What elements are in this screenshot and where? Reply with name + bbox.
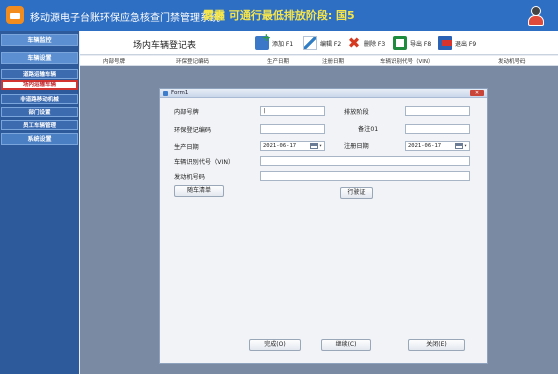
internal-plate-input[interactable]: | [260,106,325,116]
export-icon [393,36,407,50]
add-button[interactable]: 添加 F1 [255,31,293,52]
remark-input[interactable] [405,124,470,134]
sidebar-item-road-vehicles[interactable]: 道路运输车辆 [1,69,78,79]
sidebar-item-onsite-vehicles[interactable]: 场内运输车辆 [1,80,78,90]
label-engine-no: 发动机号码 [174,174,205,181]
vin-input[interactable] [260,156,470,166]
continue-button[interactable]: 继续(C) [321,339,371,351]
sidebar-item-system-settings[interactable]: 系统设置 [1,133,78,145]
form-window-icon [163,91,168,96]
alert-banner: 雾霾 可通行最低排放阶段: 国5 [203,9,355,22]
close-button[interactable]: 关闭(E) [408,339,465,351]
attach-list-button[interactable]: 随车清单 [174,185,224,197]
grid-header [80,56,558,66]
calendar-icon[interactable] [310,143,318,149]
delete-button[interactable]: ✖ 删除 F3 [347,34,385,52]
sidebar-item-vehicle-monitor[interactable]: 车辆监控 [1,34,78,46]
chevron-down-icon[interactable]: ▾ [319,142,322,150]
form-window: Form1 ✕ 内部号牌 | 排放阶段 环保登记编码 备注01 生产日期 202… [159,88,488,364]
driving-license-button[interactable]: 行驶证 [340,187,373,199]
add-icon [255,31,271,50]
column-header[interactable]: 生产日期 [267,57,289,65]
sidebar-item-vehicle-settings[interactable]: 车辆设置 [1,52,78,64]
exit-button[interactable]: 退出 F9 [438,34,476,52]
env-code-input[interactable] [260,124,325,134]
user-avatar-icon[interactable] [526,5,546,27]
form-title-bar: Form1 ✕ [160,89,487,98]
label-env-code: 环保登记编码 [174,127,212,134]
chevron-down-icon[interactable]: ▾ [464,142,467,150]
edit-button[interactable]: 编辑 F2 [303,34,341,52]
edit-icon [303,36,317,50]
app-title: 移动源电子台账环保应急核查门禁管理系统 [30,13,220,24]
label-production-date: 生产日期 [174,144,199,151]
label-internal-plate: 内部号牌 [174,109,199,116]
label-vin: 车辆识别代号（VIN） [174,159,235,166]
register-date-value: 2021-06-17 [408,143,442,149]
form-title: Form1 [171,90,189,96]
sidebar-item-staff-vehicles[interactable]: 员工车辆管理 [1,120,78,130]
production-date-picker[interactable]: 2021-06-17 ▾ [260,141,325,151]
sidebar-item-department-settings[interactable]: 部门设置 [1,107,78,117]
label-emission-stage: 排放阶段 [344,109,369,116]
engine-no-input[interactable] [260,171,470,181]
delete-icon: ✖ [347,34,361,52]
column-header[interactable]: 发动机号码 [498,57,526,65]
label-remark: 备注01 [358,126,379,133]
column-header[interactable]: 内部号牌 [103,57,125,65]
exit-icon [438,36,452,50]
register-date-picker[interactable]: 2021-06-17 ▾ [405,141,470,151]
sidebar-item-nonroad-machinery[interactable]: 非道路移动机械 [1,94,78,104]
production-date-value: 2021-06-17 [263,143,297,149]
truck-logo-icon [6,6,24,24]
label-register-date: 注册日期 [344,143,369,150]
column-header[interactable]: 注册日期 [322,57,344,65]
emission-stage-select[interactable] [405,106,470,116]
page-title: 场内车辆登记表 [133,41,197,51]
column-header[interactable]: 环保登记编码 [176,57,209,65]
finish-button[interactable]: 完成(O) [249,339,301,351]
form-close-button[interactable]: ✕ [470,90,484,96]
export-button[interactable]: 导出 F8 [393,34,431,52]
column-header[interactable]: 车辆识别代号（VIN） [380,57,434,65]
calendar-icon[interactable] [455,143,463,149]
